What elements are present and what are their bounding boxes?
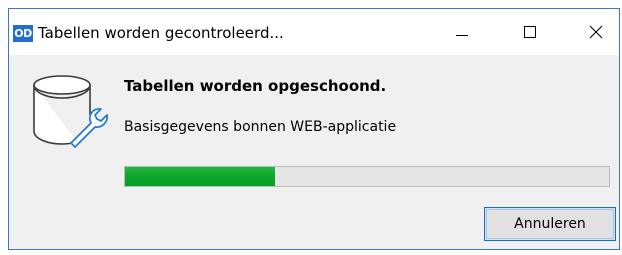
maximize-button[interactable] [507, 9, 553, 55]
status-text: Basisgegevens bonnen WEB-applicatie [124, 119, 397, 135]
dialog-heading: Tabellen worden opgeschoond. [124, 77, 387, 95]
minimize-icon [456, 35, 468, 36]
maximize-icon [524, 26, 536, 38]
cancel-button[interactable]: Annuleren [484, 207, 616, 241]
dialog-window: OD Tabellen worden gecontroleerd... Tabe… [8, 8, 620, 250]
app-logo: OD [13, 25, 33, 42]
minimize-button[interactable] [439, 9, 485, 55]
database-wrench-icon [33, 75, 108, 148]
close-icon [589, 25, 603, 39]
close-button[interactable] [573, 9, 619, 55]
progress-bar [124, 166, 610, 187]
window-title: Tabellen worden gecontroleerd... [38, 24, 284, 42]
title-bar[interactable]: OD Tabellen worden gecontroleerd... [9, 9, 619, 55]
progress-fill [125, 167, 276, 186]
